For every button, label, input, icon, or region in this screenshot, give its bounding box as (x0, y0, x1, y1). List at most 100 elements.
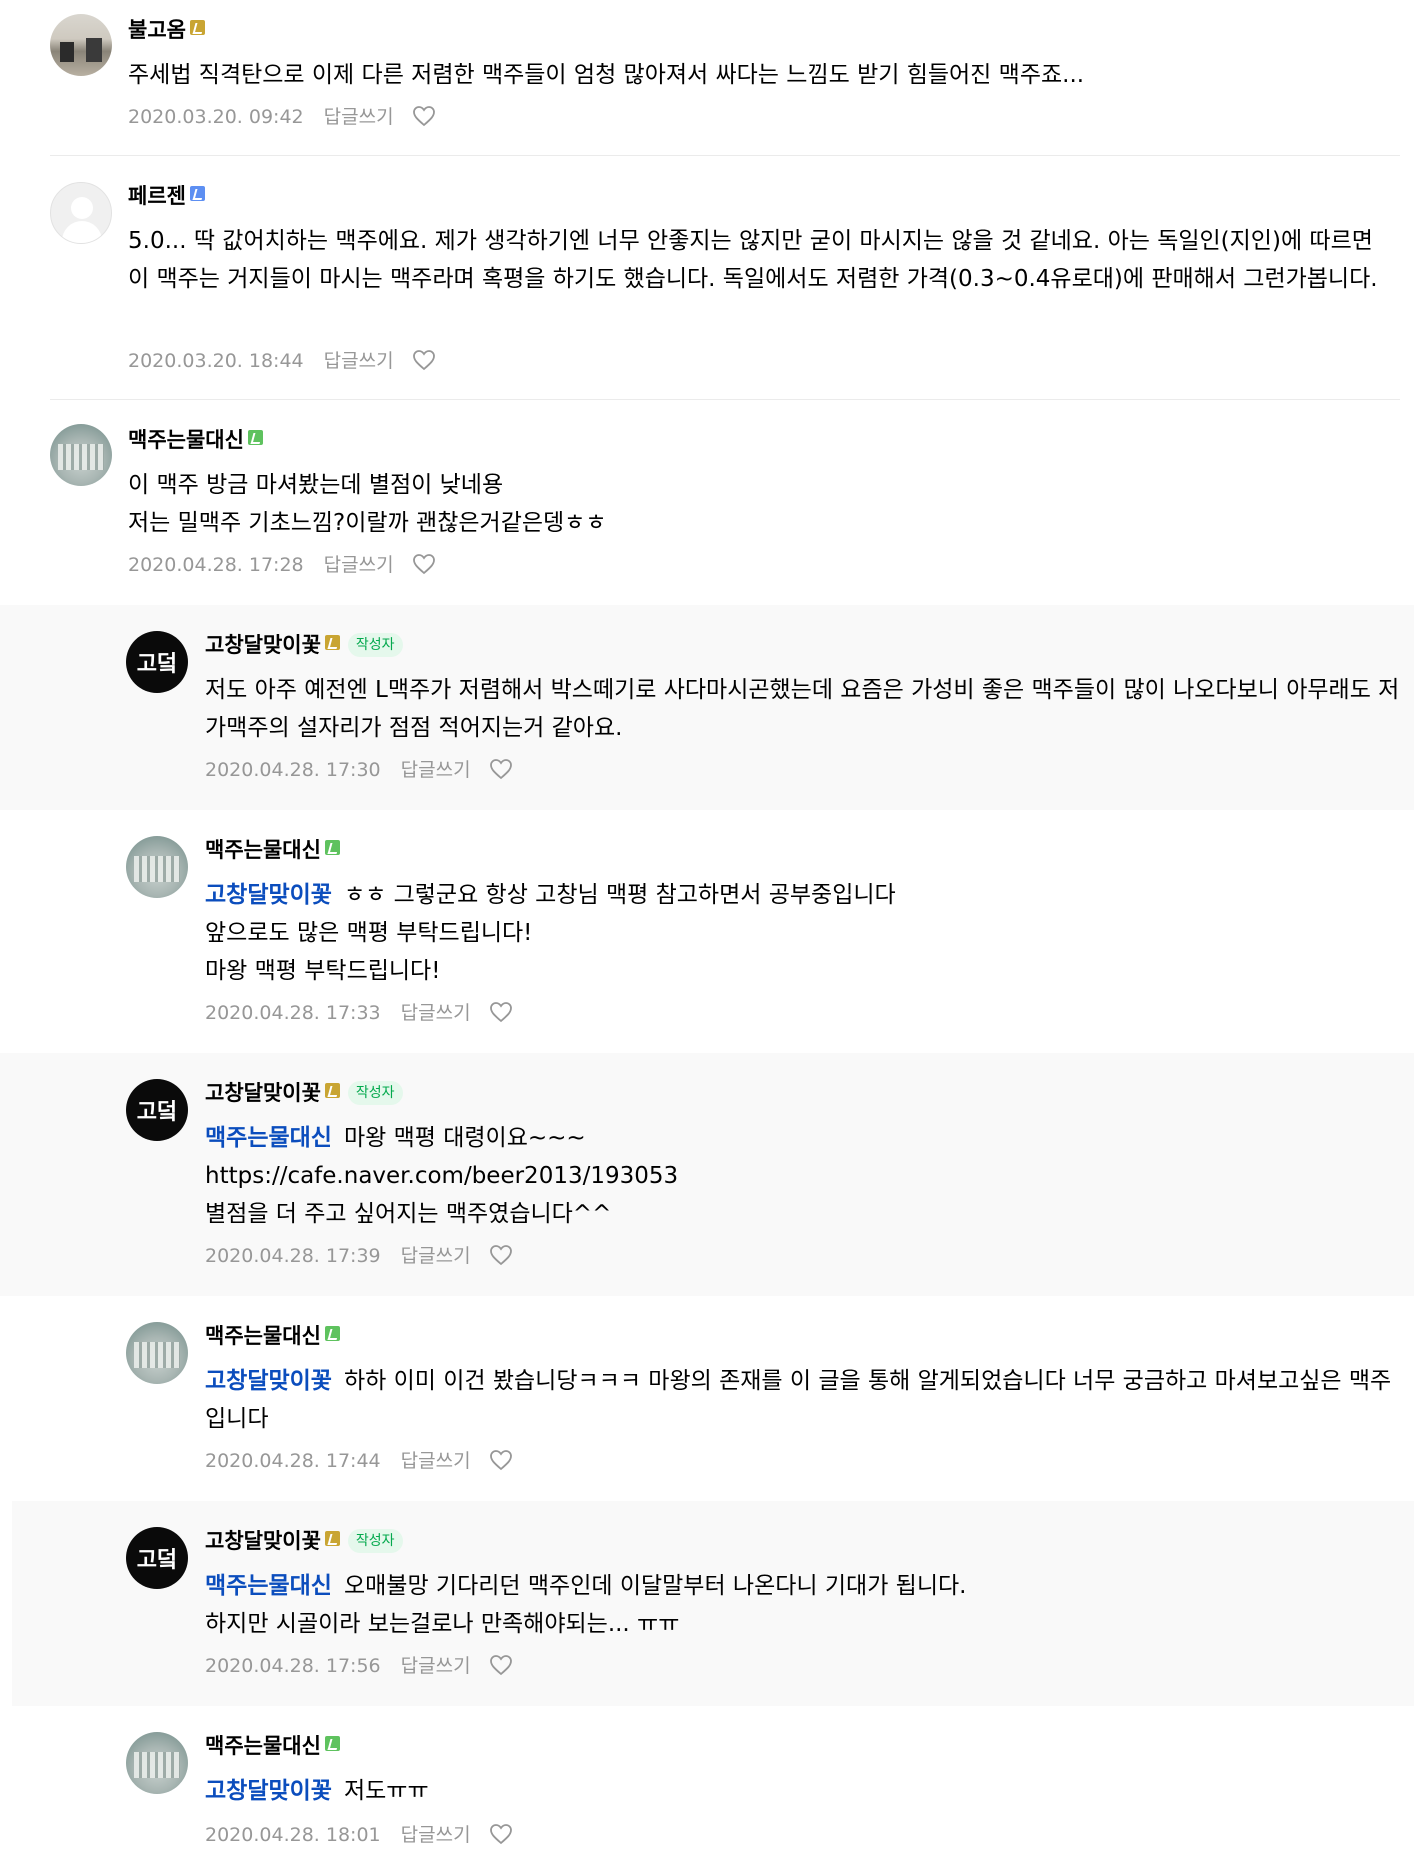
like-heart-icon[interactable] (412, 105, 436, 134)
like-heart-icon[interactable] (412, 553, 436, 582)
avatar-default[interactable] (50, 182, 112, 244)
nickname[interactable]: 맥주는물대신 (128, 426, 263, 454)
nickname-text[interactable]: 고창달맞이꽃 (205, 1081, 321, 1105)
comment-text: 고창달맞이꽃 ㅎㅎ 그렇군요 항상 고창님 맥평 참고하면서 공부중입니다 앞으로… (205, 876, 1400, 990)
comment-text: 맥주는물대신 마왕 맥평 대령이요~~~ https://cafe.naver.c… (205, 1119, 1400, 1233)
comment-date: 2020.04.28. 17:30 (205, 759, 381, 781)
member-level-icon (189, 186, 205, 201)
nickname[interactable]: 맥주는물대신 (205, 836, 340, 864)
comment-date: 2020.04.28. 18:01 (205, 1824, 381, 1846)
writer-badge: 작성자 (347, 1081, 403, 1105)
nickname[interactable]: 고창달맞이꽃 작성자 (205, 1079, 403, 1107)
like-heart-icon[interactable] (489, 1654, 513, 1683)
comment-meta: 2020.04.28. 17:28 답글쓰기 (128, 552, 436, 582)
comment-text: 고창달맞이꽃 하하 이미 이건 봤습니당ㅋㅋㅋ 마왕의 존재를 이 글을 통해 알… (205, 1362, 1400, 1438)
comment-date: 2020.03.20. 09:42 (128, 106, 304, 128)
nickname-text[interactable]: 맥주는물대신 (205, 1324, 321, 1348)
reply-button[interactable]: 답글쓰기 (324, 350, 394, 372)
comment-text: 5.0... 딱 값어치하는 맥주에요. 제가 생각하기엔 너무 안좋지는 않지… (128, 228, 1378, 292)
comment-date: 2020.03.20. 18:44 (128, 350, 304, 372)
nickname[interactable]: 맥주는물대신 (205, 1322, 340, 1350)
like-heart-icon[interactable] (489, 1823, 513, 1852)
reply-comment-item: 맥주는물대신 고창달맞이꽃 ㅎㅎ 그렇군요 항상 고창님 맥평 참고하면서 공부중… (0, 810, 1414, 1053)
nickname[interactable]: 맥주는물대신 (205, 1732, 340, 1760)
logo-text: 고덬 (137, 1548, 177, 1573)
member-level-icon (324, 1736, 340, 1751)
nickname-text[interactable]: 고창달맞이꽃 (205, 1529, 321, 1553)
nickname-text[interactable]: 페르젠 (128, 184, 186, 208)
nickname[interactable]: 불고옴 (128, 16, 205, 44)
like-heart-icon[interactable] (489, 1001, 513, 1030)
comment-meta: 2020.03.20. 09:42 답글쓰기 (128, 104, 436, 134)
comment-item: 불고옴 주세법 직격탄으로 이제 다른 저렴한 맥주들이 엄청 많아져서 싸다는… (0, 0, 1414, 155)
comment-item: 맥주는물대신 이 맥주 방금 마셔봤는데 별점이 낮네용 저는 밀맥주 기초느낌… (0, 400, 1414, 605)
comment-text: 맥주는물대신 오매불망 기다리던 맥주인데 이달말부터 나온다니 기대가 됩니다.… (205, 1567, 1400, 1643)
comment-meta: 2020.04.28. 17:56 답글쓰기 (205, 1653, 513, 1683)
logo-text: 고덬 (137, 652, 177, 677)
reply-comment-item: 고덬 고창달맞이꽃 작성자 저도 아주 예전엔 L맥주가 저렴해서 박스떼기로 사… (0, 605, 1414, 810)
avatar[interactable] (126, 1732, 188, 1794)
member-level-icon (189, 20, 205, 35)
writer-badge: 작성자 (347, 1529, 403, 1553)
avatar[interactable] (50, 14, 112, 76)
avatar[interactable] (126, 1322, 188, 1384)
comment-meta: 2020.04.28. 18:01 답글쓰기 (205, 1822, 513, 1852)
like-heart-icon[interactable] (489, 758, 513, 787)
avatar[interactable] (126, 836, 188, 898)
writer-badge: 작성자 (347, 633, 403, 657)
like-heart-icon[interactable] (489, 1449, 513, 1478)
member-level-icon (324, 1326, 340, 1341)
comment-meta: 2020.04.28. 17:33 답글쓰기 (205, 1000, 513, 1030)
comment-meta: 2020.04.28. 17:30 답글쓰기 (205, 757, 513, 787)
reply-button[interactable]: 답글쓰기 (401, 1450, 471, 1472)
avatar[interactable] (50, 424, 112, 486)
reply-comment-item: 고덬 고창달맞이꽃 작성자 맥주는물대신 마왕 맥평 대령이요~~~ https:/… (0, 1053, 1414, 1296)
comment-text: 고창달맞이꽃 저도ㅠㅠ (205, 1772, 1400, 1810)
nickname-text[interactable]: 고창달맞이꽃 (205, 633, 321, 657)
member-level-icon (324, 635, 340, 650)
nickname-text[interactable]: 맥주는물대신 (205, 838, 321, 862)
comment-date: 2020.04.28. 17:33 (205, 1002, 381, 1024)
reply-comment-item: 맥주는물대신 고창달맞이꽃 저도ㅠㅠ 2020.04.28. 18:01 답글쓰기 (0, 1706, 1414, 1876)
mention-link[interactable]: 맥주는물대신 (205, 1125, 332, 1151)
nickname-text[interactable]: 맥주는물대신 (128, 428, 244, 452)
reply-button[interactable]: 답글쓰기 (324, 106, 394, 128)
comment-meta: 2020.04.28. 17:39 답글쓰기 (205, 1243, 513, 1273)
mention-link[interactable]: 맥주는물대신 (205, 1573, 332, 1599)
reply-button[interactable]: 답글쓰기 (401, 759, 471, 781)
member-level-icon (324, 840, 340, 855)
reply-button[interactable]: 답글쓰기 (401, 1245, 471, 1267)
reply-button[interactable]: 답글쓰기 (401, 1002, 471, 1024)
like-heart-icon[interactable] (489, 1244, 513, 1273)
like-heart-icon[interactable] (412, 349, 436, 378)
nickname-text[interactable]: 불고옴 (128, 18, 186, 42)
nickname-text[interactable]: 맥주는물대신 (205, 1734, 321, 1758)
reply-comment-item: 맥주는물대신 고창달맞이꽃 하하 이미 이건 봤습니당ㅋㅋㅋ 마왕의 존재를 이 … (0, 1296, 1414, 1501)
reply-button[interactable]: 답글쓰기 (324, 554, 394, 576)
comment-body: 하하 이미 이건 봤습니당ㅋㅋㅋ 마왕의 존재를 이 글을 통해 알게되었습니다… (205, 1368, 1392, 1432)
avatar-logo[interactable]: 고덬 (126, 1527, 188, 1589)
reply-button[interactable]: 답글쓰기 (401, 1655, 471, 1677)
avatar-logo[interactable]: 고덬 (126, 1079, 188, 1141)
nickname[interactable]: 페르젠 (128, 182, 205, 210)
comment-date: 2020.04.28. 17:39 (205, 1245, 381, 1267)
comment-item: 페르젠 5.0... 딱 값어치하는 맥주에요. 제가 생각하기엔 너무 안좋지… (0, 156, 1414, 399)
comment-meta: 2020.03.20. 18:44 답글쓰기 (128, 348, 436, 378)
comment-meta: 2020.04.28. 17:44 답글쓰기 (205, 1448, 513, 1478)
member-level-icon (324, 1083, 340, 1098)
mention-link[interactable]: 고창달맞이꽃 (205, 882, 332, 908)
member-level-icon (247, 430, 263, 445)
reply-button[interactable]: 답글쓰기 (401, 1824, 471, 1846)
mention-link[interactable]: 고창달맞이꽃 (205, 1778, 332, 1804)
comment-date: 2020.04.28. 17:44 (205, 1450, 381, 1472)
comment-date: 2020.04.28. 17:56 (205, 1655, 381, 1677)
avatar-logo[interactable]: 고덬 (126, 631, 188, 693)
comment-text: 주세법 직격탄으로 이제 다른 저렴한 맥주들이 엄청 많아져서 싸다는 느낌도… (128, 62, 1085, 88)
mention-link[interactable]: 고창달맞이꽃 (205, 1368, 332, 1394)
nickname[interactable]: 고창달맞이꽃 작성자 (205, 1527, 403, 1555)
comment-body: 저도ㅠㅠ (343, 1778, 429, 1804)
comment-text: 저도 아주 예전엔 L맥주가 저렴해서 박스떼기로 사다마시곤했는데 요즘은 가… (205, 677, 1400, 741)
nickname[interactable]: 고창달맞이꽃 작성자 (205, 631, 403, 659)
member-level-icon (324, 1531, 340, 1546)
reply-comment-item: 고덬 고창달맞이꽃 작성자 맥주는물대신 오매불망 기다리던 맥주인데 이달말부터 … (12, 1501, 1414, 1706)
